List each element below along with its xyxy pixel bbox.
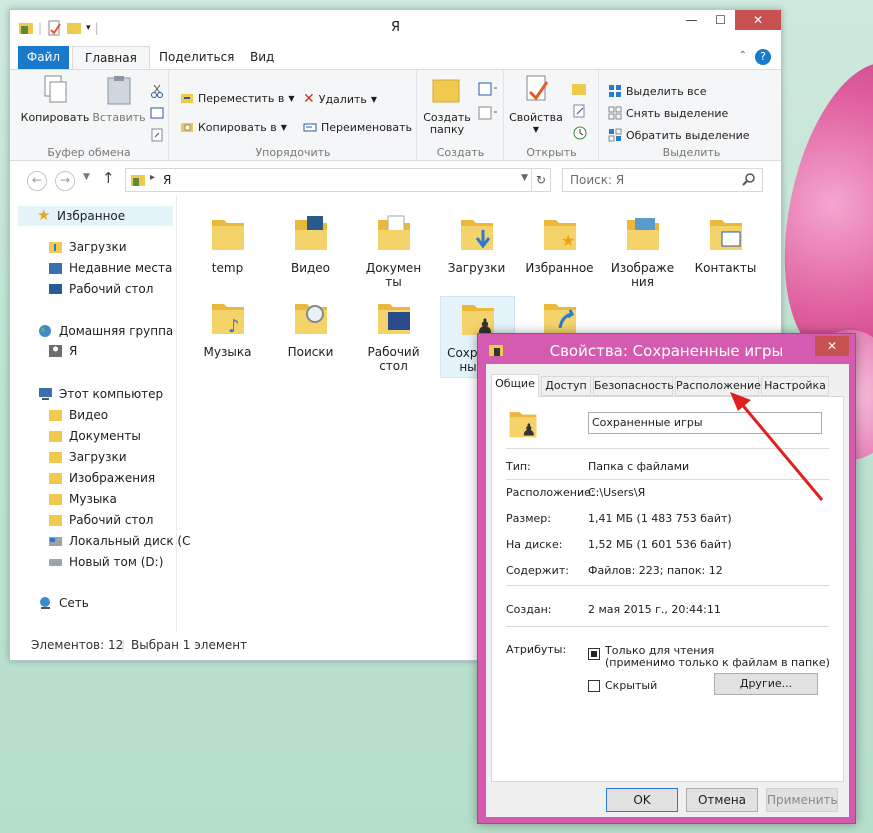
annotation-arrow bbox=[730, 392, 824, 501]
arrow-head bbox=[730, 392, 751, 411]
arrow-shaft bbox=[738, 401, 824, 501]
tab-general[interactable]: Общие bbox=[491, 374, 539, 397]
